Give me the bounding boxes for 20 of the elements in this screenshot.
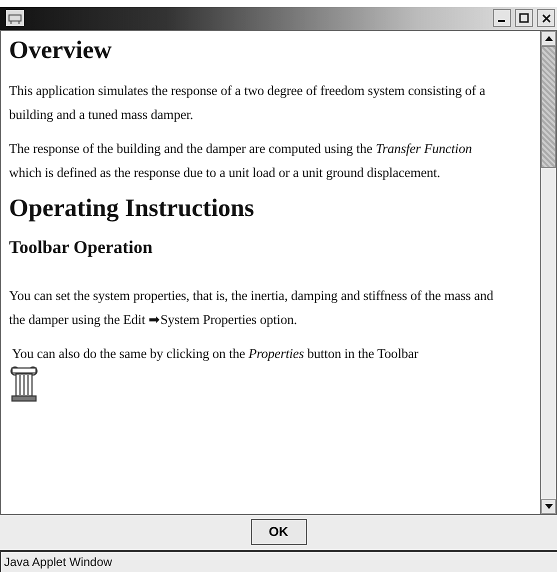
status-bar: Java Applet Window xyxy=(0,550,557,572)
close-button[interactable] xyxy=(537,9,555,28)
heading: Overview xyxy=(9,36,113,65)
scrollbar[interactable] xyxy=(540,30,556,514)
column-icon[interactable] xyxy=(9,366,39,402)
paragraph: The response of the building and the damper are computed using the Transfer Function which is defined as the response due to a unit load or a unit ground displacement. xyxy=(9,140,473,182)
app-icon xyxy=(6,10,24,26)
subheading: Toolbar Operation xyxy=(9,236,154,258)
down-arrow-icon xyxy=(544,504,552,510)
up-arrow-icon xyxy=(544,36,552,41)
paragraph: You can also do the same by clicking on the Properties button in the Toolbar xyxy=(11,344,420,363)
maximize-button[interactable] xyxy=(515,9,533,28)
ok-button[interactable]: OK xyxy=(250,518,306,545)
minimize-button[interactable] xyxy=(493,9,511,28)
heading: Operating Instructions xyxy=(9,194,256,223)
maximize-icon xyxy=(519,13,529,24)
scrollbar-thumb[interactable] xyxy=(541,46,556,168)
paragraph: This application simulates the response of a two degree of freedom system consisting of a building and a tuned mass damper. xyxy=(9,82,486,124)
paragraph: You can set the system properties, that is, the inertia, damping and stiffness of the mass and the damper using the Edit ➡System Properties option. xyxy=(9,286,494,329)
close-icon xyxy=(542,14,550,23)
